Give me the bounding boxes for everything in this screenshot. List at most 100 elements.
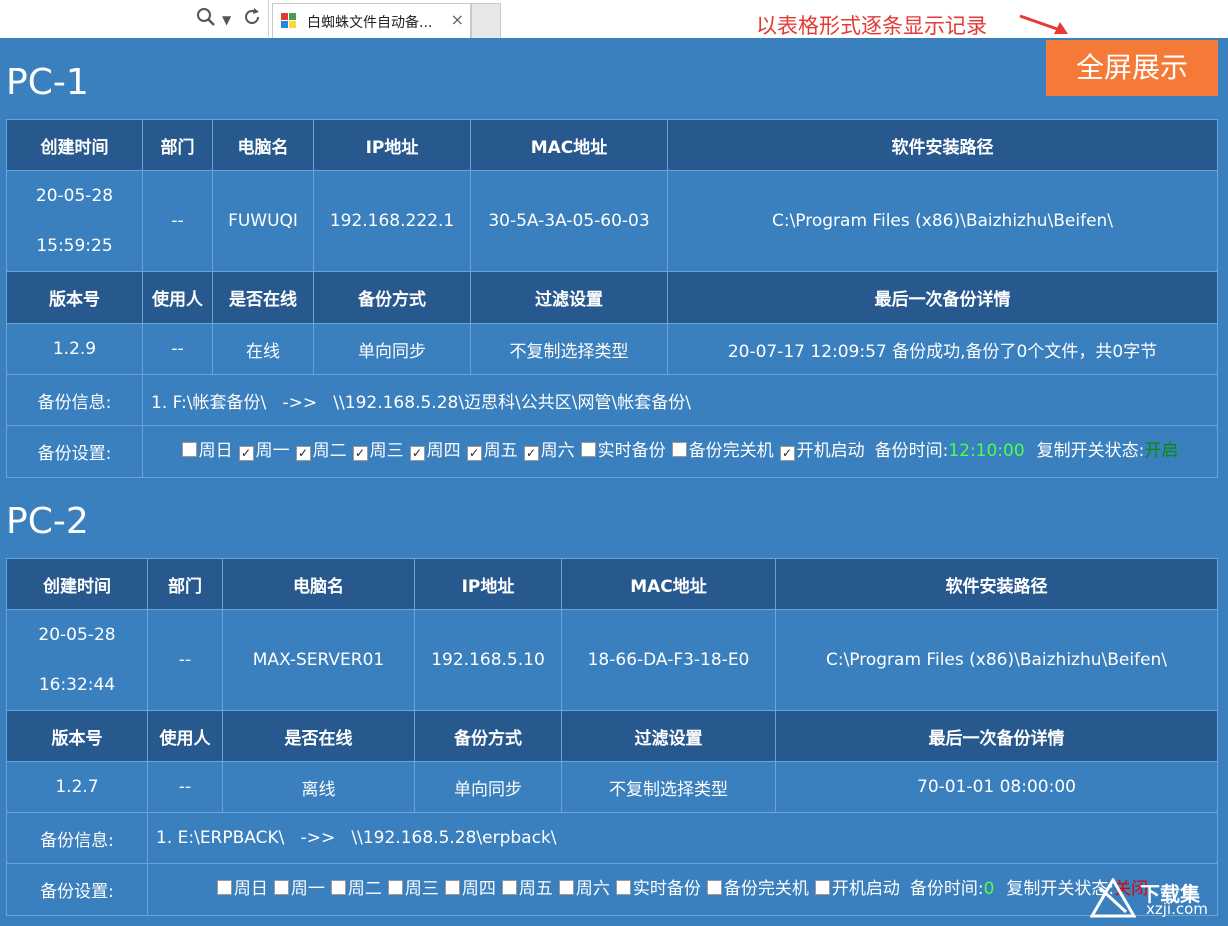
pc-title: PC-1: [6, 62, 89, 103]
watermark-icon: [1090, 878, 1136, 918]
setting-checkbox-item[interactable]: 周三: [387, 879, 439, 899]
checkbox-checked-icon[interactable]: ✓: [352, 446, 368, 461]
checkbox-checked-icon[interactable]: ✓: [238, 446, 254, 461]
created-time: 16:32:44: [38, 675, 116, 695]
header-ip: IP地址: [414, 558, 562, 610]
header-department: 部门: [142, 119, 213, 171]
setting-label: 周二: [312, 441, 347, 461]
setting-checkbox-item[interactable]: ✓ 周三: [352, 441, 404, 461]
checkbox-icon[interactable]: [580, 442, 596, 457]
setting-checkbox-item[interactable]: 备份完关机: [706, 879, 809, 899]
setting-checkbox-item[interactable]: 周一: [273, 879, 325, 899]
checkbox-checked-icon[interactable]: ✓: [409, 446, 425, 461]
ip-value: 192.168.5.10: [414, 609, 562, 711]
setting-checkbox-item[interactable]: 备份完关机: [671, 441, 774, 461]
checkbox-icon[interactable]: [558, 880, 574, 895]
header-user: 使用人: [142, 271, 213, 324]
checkbox-checked-icon[interactable]: ✓: [295, 446, 311, 461]
setting-label: 周四: [461, 879, 496, 899]
fullscreen-button[interactable]: 全屏展示: [1046, 40, 1218, 96]
checkbox-checked-icon[interactable]: ✓: [466, 446, 482, 461]
setting-checkbox-item[interactable]: 周五: [501, 879, 553, 899]
setting-label: 周二: [347, 879, 382, 899]
created-time: 15:59:25: [36, 236, 113, 256]
checkbox-icon[interactable]: [181, 442, 197, 457]
backup-info-label: 备份信息:: [6, 812, 148, 864]
setting-label: 周五: [518, 879, 553, 899]
created-date: 20-05-28: [38, 625, 116, 645]
install-path-value: C:\Program Files (x86)\Baizhizhu\Beifen\: [667, 170, 1218, 272]
checkbox-icon[interactable]: [706, 880, 722, 895]
switch-state-label: 复制开关状态:: [1036, 441, 1145, 461]
setting-checkbox-item[interactable]: ✓ 周六: [523, 441, 575, 461]
setting-checkbox-item[interactable]: 开机启动: [814, 879, 900, 899]
mac-value: 30-5A-3A-05-60-03: [470, 170, 668, 272]
backup-time-label: 备份时间:: [909, 879, 984, 899]
address-bar[interactable]: ▼: [0, 0, 269, 37]
checkbox-icon[interactable]: [216, 880, 232, 895]
last-backup-value: 70-01-01 08:00:00: [775, 761, 1218, 813]
backup-info-label: 备份信息:: [6, 374, 143, 426]
tab-favicon-icon: [281, 13, 297, 29]
backup-info-value: 1. E:\ERPBACK\ ->> \\192.168.5.28\erpbac…: [147, 812, 1218, 864]
header-mac: MAC地址: [561, 558, 776, 610]
switch-state-value: 开启: [1144, 441, 1179, 461]
version-value: 1.2.9: [6, 323, 143, 375]
checkbox-icon[interactable]: [501, 880, 517, 895]
setting-checkbox-item[interactable]: 周四: [444, 879, 496, 899]
setting-checkbox-item[interactable]: 周日: [216, 879, 268, 899]
header-mac: MAC地址: [470, 119, 668, 171]
header-install-path: 软件安装路径: [667, 119, 1218, 171]
browser-tab[interactable]: 白蜘蛛文件自动备... ×: [272, 3, 471, 38]
setting-label: 周一: [290, 879, 325, 899]
setting-label: 实时备份: [597, 441, 666, 461]
backup-info-value: 1. F:\帐套备份\ ->> \\192.168.5.28\迈思科\公共区\网…: [142, 374, 1218, 426]
header-filter: 过滤设置: [561, 710, 776, 762]
install-path-value: C:\Program Files (x86)\Baizhizhu\Beifen\: [775, 609, 1218, 711]
checkbox-checked-icon[interactable]: ✓: [779, 446, 795, 461]
setting-label: 周一: [255, 441, 290, 461]
user-value: --: [147, 761, 223, 813]
header-backup-mode: 备份方式: [313, 271, 471, 324]
header-online: 是否在线: [212, 271, 314, 324]
setting-checkbox-item[interactable]: ✓ 周一: [238, 441, 290, 461]
checkbox-icon[interactable]: [444, 880, 460, 895]
checkbox-icon[interactable]: [671, 442, 687, 457]
checkbox-icon[interactable]: [814, 880, 830, 895]
setting-label: 周三: [369, 441, 404, 461]
setting-label: 开机启动: [796, 441, 865, 461]
checkbox-icon[interactable]: [615, 880, 631, 895]
refresh-icon[interactable]: [242, 7, 262, 33]
watermark-logo: 下载集 xzji.com: [1090, 876, 1220, 920]
annotation-text: 以表格形式逐条显示记录: [756, 14, 987, 38]
setting-checkbox-item[interactable]: ✓ 周五: [466, 441, 518, 461]
ip-value: 192.168.222.1: [313, 170, 471, 272]
setting-checkbox-item[interactable]: ✓ 周二: [295, 441, 347, 461]
checkbox-icon[interactable]: [273, 880, 289, 895]
checkbox-checked-icon[interactable]: ✓: [523, 446, 539, 461]
computer-name-value: MAX-SERVER01: [222, 609, 415, 711]
setting-checkbox-item[interactable]: ✓ 周四: [409, 441, 461, 461]
setting-checkbox-item[interactable]: 实时备份: [580, 441, 666, 461]
mac-value: 18-66-DA-F3-18-E0: [561, 609, 776, 711]
setting-checkbox-item[interactable]: 周六: [558, 879, 610, 899]
setting-checkbox-item[interactable]: 周日: [181, 441, 233, 461]
dropdown-icon[interactable]: ▼: [222, 9, 231, 31]
header-user: 使用人: [147, 710, 223, 762]
backup-time-label: 备份时间:: [874, 441, 949, 461]
checkbox-icon[interactable]: [330, 880, 346, 895]
tab-close-icon[interactable]: ×: [451, 10, 464, 29]
online-value: 在线: [212, 323, 314, 375]
tab-title: 白蜘蛛文件自动备...: [307, 15, 433, 31]
backup-mode-value: 单向同步: [313, 323, 471, 375]
search-icon[interactable]: [196, 7, 216, 33]
setting-checkbox-item[interactable]: 实时备份: [615, 879, 701, 899]
setting-label: 周五: [483, 441, 518, 461]
setting-checkbox-item[interactable]: 周二: [330, 879, 382, 899]
header-created: 创建时间: [6, 558, 148, 610]
new-tab-button[interactable]: [471, 3, 501, 38]
setting-checkbox-item[interactable]: ✓ 开机启动: [779, 441, 865, 461]
header-last-backup: 最后一次备份详情: [775, 710, 1218, 762]
checkbox-icon[interactable]: [387, 880, 403, 895]
header-last-backup: 最后一次备份详情: [667, 271, 1218, 324]
